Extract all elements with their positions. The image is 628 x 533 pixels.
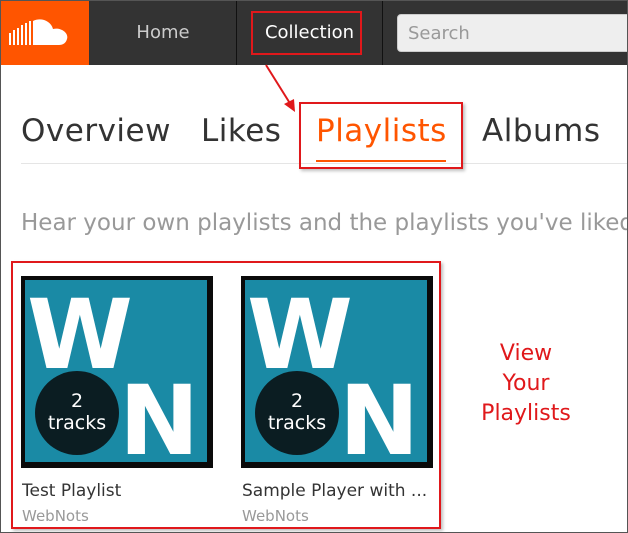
- svg-text:N: N: [339, 365, 419, 468]
- tracks-count-badge: 2 tracks: [255, 371, 339, 455]
- soundcloud-logo-icon: [9, 19, 68, 45]
- tracks-label: tracks: [267, 412, 327, 434]
- annotation-line: Playlists: [481, 401, 571, 426]
- tracks-label: tracks: [47, 412, 107, 434]
- playlist-title[interactable]: Sample Player with ...: [242, 481, 436, 501]
- playlists-highlight-box: [299, 102, 463, 169]
- annotation-line: Your: [502, 371, 550, 396]
- page-subtitle: Hear your own playlists and the playlist…: [21, 210, 628, 236]
- tab-overview[interactable]: Overview: [21, 113, 171, 149]
- tracks-count: 2: [70, 390, 84, 412]
- search-input[interactable]: [397, 14, 627, 52]
- playlist-card[interactable]: W N 2 tracks Sample Player with ... WebN…: [241, 276, 435, 525]
- tracks-count: 2: [290, 390, 304, 412]
- tracks-count-badge: 2 tracks: [35, 371, 119, 455]
- annotation-line: View: [499, 341, 553, 366]
- logo[interactable]: [1, 1, 89, 65]
- playlist-card[interactable]: W N 2 tracks Test Playlist WebNots: [21, 276, 215, 525]
- tab-likes[interactable]: Likes: [201, 113, 281, 149]
- annotation-text: View Your Playlists: [461, 339, 591, 429]
- playlist-title[interactable]: Test Playlist: [22, 481, 216, 501]
- playlist-user[interactable]: WebNots: [242, 507, 309, 525]
- playlist-artwork[interactable]: W N 2 tracks: [21, 276, 213, 468]
- screenshot-frame: Home Collection Overview Likes Playlists…: [0, 0, 628, 533]
- playlist-user[interactable]: WebNots: [22, 507, 89, 525]
- playlist-artwork[interactable]: W N 2 tracks: [241, 276, 433, 468]
- nav-home[interactable]: Home: [90, 1, 237, 65]
- svg-text:N: N: [119, 365, 199, 468]
- tab-albums[interactable]: Albums: [482, 113, 601, 149]
- collection-highlight-box: [251, 11, 362, 55]
